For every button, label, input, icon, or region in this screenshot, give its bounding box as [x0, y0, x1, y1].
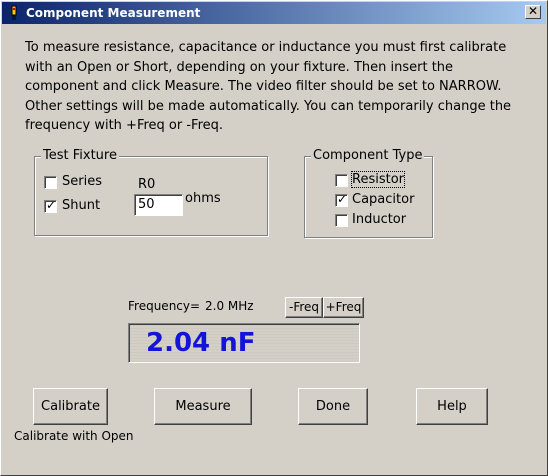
title-bar[interactable]: Component Measurement	[2, 2, 546, 24]
help-button[interactable]: Help	[416, 388, 488, 425]
capacitor-label[interactable]: Capacitor	[352, 192, 414, 207]
close-button[interactable]: ✕	[525, 4, 541, 19]
frequency-label: Frequency=	[128, 299, 201, 313]
component-type-title: Component Type	[311, 148, 425, 163]
calibrate-button[interactable]: Calibrate	[33, 388, 108, 425]
r0-input[interactable]: 50	[134, 194, 183, 216]
window-title: Component Measurement	[26, 6, 201, 20]
instructions-text: To measure resistance, capacitance or in…	[25, 40, 512, 133]
app-icon	[11, 5, 17, 20]
capacitor-check-mark: ✓	[337, 192, 348, 206]
measurement-display: 2.04 nF	[128, 323, 360, 363]
test-fixture-group: Test Fixture Series ✓ Shunt R0 50 ohms	[34, 148, 268, 236]
capacitor-checkbox[interactable]: ✓	[335, 192, 348, 207]
minus-freq-button[interactable]: -Freq	[285, 297, 323, 318]
close-icon: ✕	[527, 4, 539, 18]
component-type-group: Component Type Resistor ✓ Capacitor Indu…	[304, 148, 433, 238]
done-button[interactable]: Done	[298, 388, 368, 425]
r0-label: R0	[138, 177, 156, 192]
resistor-label[interactable]: Resistor	[351, 171, 405, 188]
frequency-value: 2.0 MHz	[205, 299, 254, 313]
shunt-checkbox[interactable]: ✓	[44, 198, 57, 213]
shunt-check-mark: ✓	[46, 198, 57, 212]
measurement-value: 2.04 nF	[146, 328, 256, 358]
inductor-checkbox[interactable]	[335, 214, 348, 227]
r0-unit-label: ohms	[185, 191, 221, 206]
calibration-status: Calibrate with Open	[14, 429, 134, 443]
series-checkbox[interactable]	[44, 176, 57, 189]
resistor-checkbox[interactable]	[335, 174, 348, 187]
component-measurement-dialog: Component Measurement ✕ To measure resis…	[0, 0, 548, 476]
inductor-label[interactable]: Inductor	[352, 212, 406, 227]
measure-button[interactable]: Measure	[154, 388, 252, 425]
plus-freq-button[interactable]: +Freq	[323, 297, 364, 318]
test-fixture-title: Test Fixture	[41, 148, 119, 163]
shunt-label[interactable]: Shunt	[62, 198, 100, 213]
series-label[interactable]: Series	[62, 174, 102, 189]
